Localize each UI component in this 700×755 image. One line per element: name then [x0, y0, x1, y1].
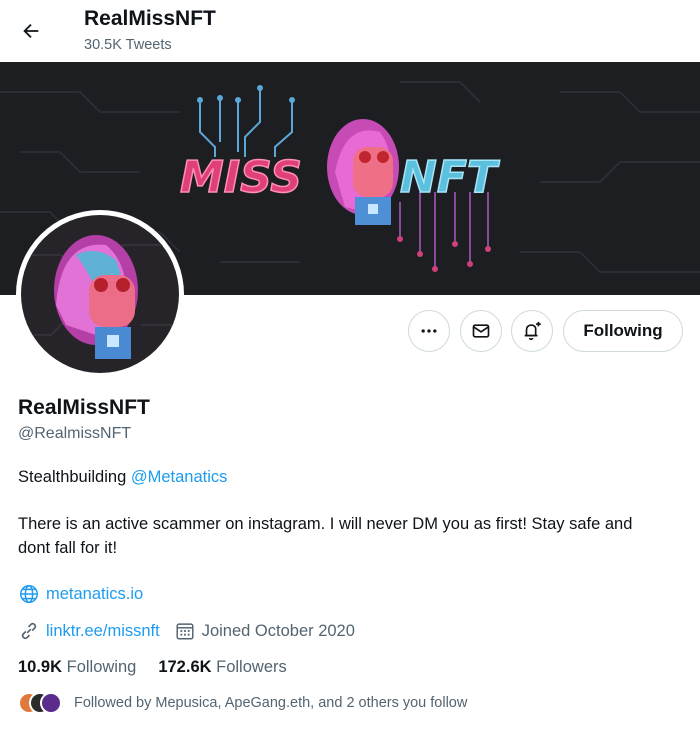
followed-by-text: Followed by Mepusica, ApeGang.eth, and 2… — [74, 695, 468, 711]
follow-stats: 10.9K Following 172.6K Followers — [18, 658, 287, 677]
profile-avatar[interactable] — [16, 210, 184, 378]
mutual-avatars — [18, 692, 62, 714]
profile-handle: @RealmissNFT — [18, 425, 132, 442]
website-row: metanatics.io — [18, 583, 143, 605]
bio-line-3: dont fall for it! — [18, 539, 118, 557]
globe-icon — [20, 585, 38, 603]
message-button[interactable] — [460, 310, 502, 352]
bell-plus-icon — [524, 321, 541, 341]
arrow-left-icon — [23, 23, 39, 39]
calendar-icon — [176, 623, 194, 640]
website-link[interactable]: metanatics.io — [46, 585, 143, 604]
mutual-avatar — [40, 692, 62, 714]
more-horizontal-icon — [421, 329, 437, 333]
bio-line-1: Stealthbuilding @Metanatics — [18, 465, 227, 489]
tweets-count: 30.5K Tweets — [84, 37, 172, 53]
following-stat[interactable]: 10.9K Following — [18, 658, 136, 677]
followers-stat[interactable]: 172.6K Followers — [158, 658, 286, 677]
logo-text-right: NFT — [400, 152, 500, 203]
profile-name: RealMissNFT — [18, 396, 150, 419]
linktree-link[interactable]: linktr.ee/missnft — [46, 622, 160, 641]
header-title: RealMissNFT — [84, 7, 216, 30]
following-button[interactable]: Following — [563, 310, 683, 352]
more-button[interactable] — [408, 310, 450, 352]
link-icon — [21, 622, 37, 640]
bio-line-2: There is an active scammer on instagram.… — [18, 515, 633, 533]
logo-text-left: MISS — [180, 152, 302, 203]
envelope-icon — [472, 324, 490, 338]
notify-button[interactable] — [511, 310, 553, 352]
back-button[interactable] — [14, 14, 48, 48]
bio-text: Stealthbuilding — [18, 468, 131, 486]
profile-header: RealMissNFT 30.5K Tweets — [0, 0, 700, 62]
mention-link[interactable]: @Metanatics — [131, 468, 228, 486]
avatar-image — [21, 215, 179, 373]
followed-by-row[interactable]: Followed by Mepusica, ApeGang.eth, and 2… — [18, 692, 467, 714]
link-row: linktr.ee/missnft Joined October 2020 — [18, 620, 355, 642]
banner-character — [327, 119, 399, 225]
joined-date: Joined October 2020 — [201, 621, 355, 640]
